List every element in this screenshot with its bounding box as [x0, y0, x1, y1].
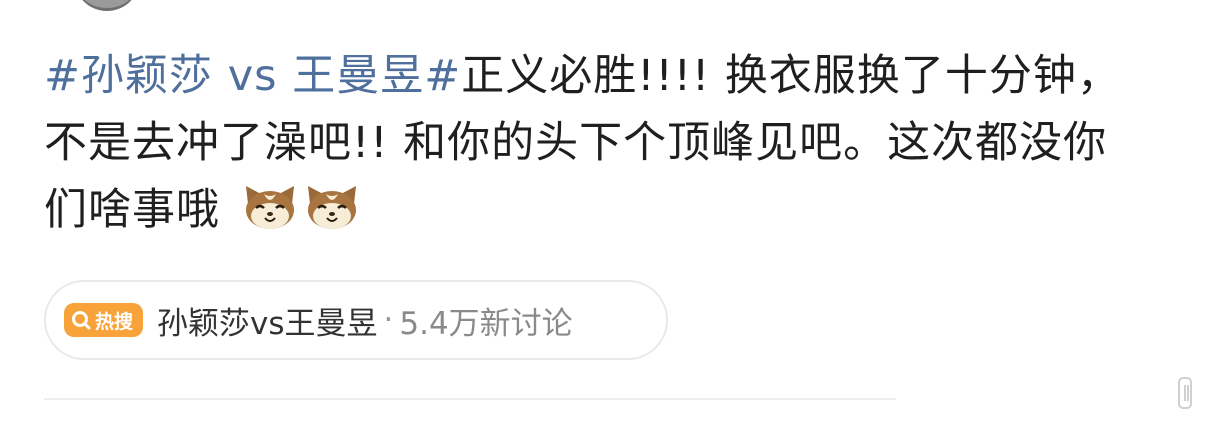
- divider: [44, 398, 896, 400]
- avatar[interactable]: [74, 0, 140, 11]
- search-icon: [72, 311, 91, 330]
- post-text: #孙颖莎 vs 王曼昱#正义必胜!!!! 换衣服换了十分钟，不是去冲了澡吧!! …: [44, 43, 1134, 244]
- hot-search-card[interactable]: 热搜 孙颖莎vs王曼昱 · 5.4万新讨论: [44, 280, 668, 360]
- separator-dot: ·: [383, 302, 394, 338]
- hot-search-topic: 孙颖莎vs王曼昱: [157, 305, 378, 342]
- hot-search-badge-label: 热搜: [95, 310, 134, 333]
- cat-face-icon: [307, 186, 356, 229]
- discussion-count: 5.4万新讨论: [399, 305, 573, 342]
- hashtag-link[interactable]: #孙颖莎 vs 王曼昱#: [44, 51, 461, 101]
- hot-search-badge: 热搜: [64, 303, 144, 337]
- scroll-handle[interactable]: [1178, 377, 1192, 409]
- cat-face-icon: [245, 186, 294, 229]
